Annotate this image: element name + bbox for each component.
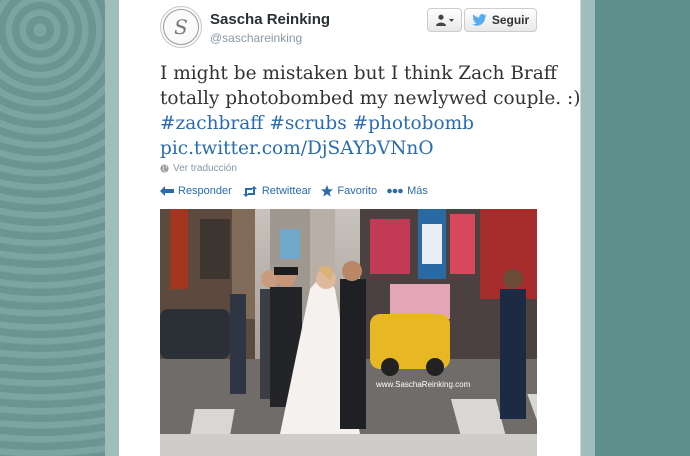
follow-button[interactable]: Seguir <box>464 8 537 32</box>
avatar-logo: S <box>163 9 199 45</box>
wedding-photo-image <box>160 209 537 456</box>
favorite-action[interactable]: Favorito <box>321 185 377 197</box>
reply-label: Responder <box>178 185 232 197</box>
tweet-photo[interactable]: www.SaschaReinking.com <box>160 209 537 456</box>
globe-icon <box>160 164 169 173</box>
retweet-action[interactable]: Retwittear <box>242 185 312 197</box>
more-label: Más <box>407 185 428 197</box>
more-icon <box>387 188 403 194</box>
hashtag-photobomb[interactable]: #photobomb <box>353 113 474 134</box>
person-dropdown-icon <box>435 14 454 26</box>
reply-action[interactable]: Responder <box>160 185 232 197</box>
hashtag-line: #zachbraff #scrubs #photobomb <box>160 111 560 136</box>
star-icon <box>321 185 334 197</box>
left-background-texture <box>0 0 105 456</box>
translate-link[interactable]: Ver traducción <box>160 163 237 174</box>
retweet-icon <box>242 185 257 197</box>
tweet-line-2: totally photobombed my newlywed couple. … <box>160 88 581 109</box>
right-border <box>580 0 595 456</box>
avatar[interactable]: S <box>160 6 202 48</box>
user-handle[interactable]: @saschareinking <box>210 31 302 45</box>
left-border <box>105 0 120 456</box>
photo-watermark: www.SaschaReinking.com <box>376 380 471 389</box>
user-name[interactable]: Sascha Reinking <box>210 11 330 28</box>
twitter-bird-icon <box>472 14 487 26</box>
retweet-label: Retwittear <box>261 185 312 197</box>
follow-label: Seguir <box>491 13 530 27</box>
hashtag-zachbraff[interactable]: #zachbraff <box>160 113 263 134</box>
tweet-actions: Responder Retwittear Favorito Más <box>160 185 438 197</box>
favorite-label: Favorito <box>337 185 378 197</box>
tweet-line-1: I might be mistaken but I think Zach Bra… <box>160 63 557 84</box>
tweet-card: S Sascha Reinking @saschareinking Seguir… <box>119 0 581 456</box>
tweet-text: I might be mistaken but I think Zach Bra… <box>160 61 581 161</box>
hashtag-scrubs[interactable]: #scrubs <box>269 113 346 134</box>
pic-link[interactable]: pic.twitter.com/DjSAYbVNnO <box>160 136 560 161</box>
more-action[interactable]: Más <box>387 185 428 197</box>
right-background <box>595 0 690 456</box>
reply-icon <box>160 185 174 196</box>
user-actions-button[interactable] <box>427 8 462 32</box>
translate-label: Ver traducción <box>173 163 237 174</box>
